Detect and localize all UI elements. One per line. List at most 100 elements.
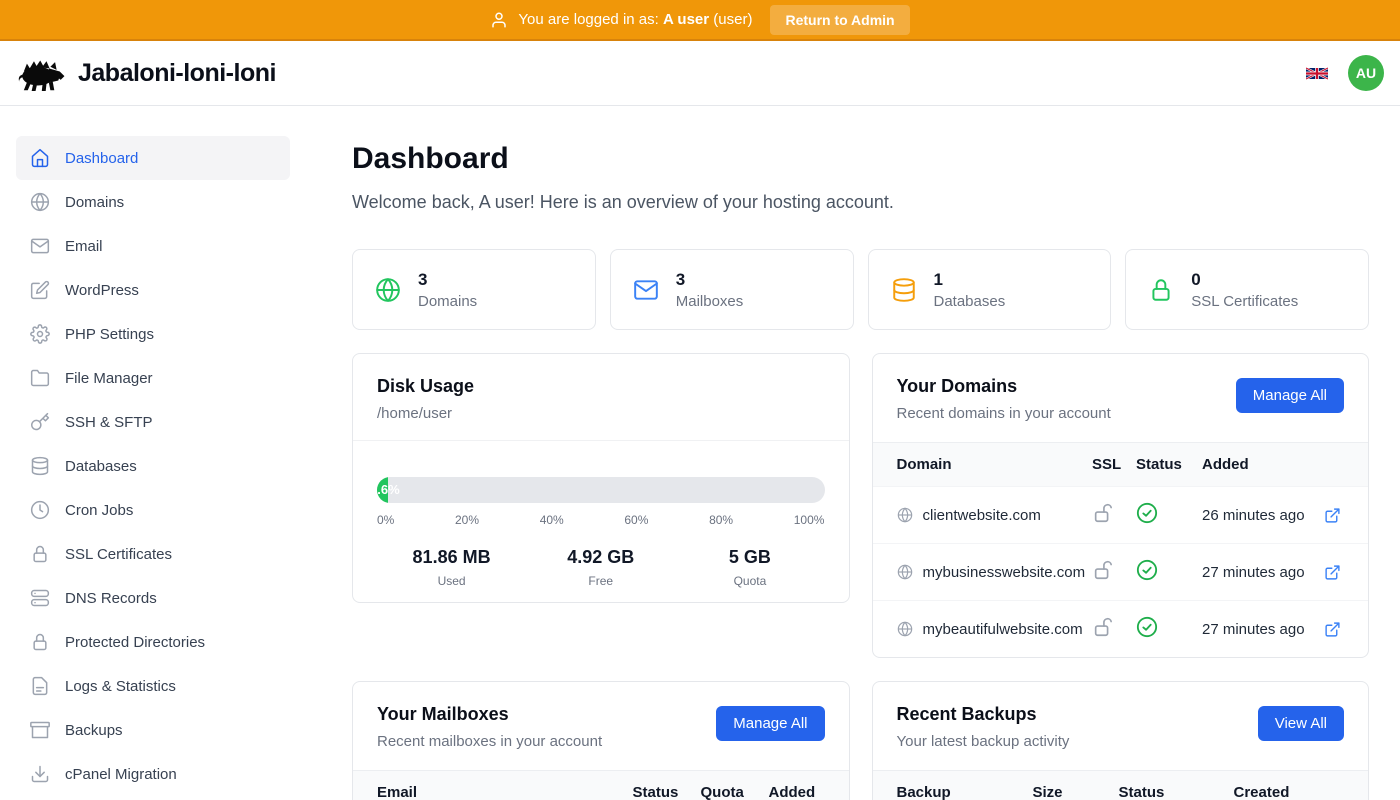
lock-icon	[30, 632, 50, 652]
lock-icon	[30, 544, 50, 564]
boar-icon	[16, 54, 66, 92]
globe-icon	[897, 621, 913, 637]
sidebar-item-php-settings[interactable]: PHP Settings	[16, 312, 290, 356]
sidebar-item-wordpress[interactable]: WordPress	[16, 268, 290, 312]
globe-icon	[30, 192, 50, 212]
sidebar-item-protected-directories[interactable]: Protected Directories	[16, 620, 290, 664]
your-mailboxes-card: Your Mailboxes Recent mailboxes in your …	[352, 681, 850, 800]
backups-subtitle: Your latest backup activity	[897, 733, 1070, 750]
backups-title: Recent Backups	[897, 704, 1070, 725]
disk-usage-scale: 0% 20% 40% 60% 80% 100%	[377, 513, 825, 527]
page-title: Dashboard	[352, 142, 1369, 176]
impersonation-banner: You are logged in as: A user (user) Retu…	[0, 0, 1400, 41]
unlock-icon	[1092, 502, 1114, 524]
disk-usage-percent: 1.6%	[377, 477, 400, 503]
globe-icon	[375, 277, 401, 303]
disk-usage-card: Disk Usage /home/user 1.6% 0% 20% 40% 60…	[352, 353, 850, 603]
unlock-icon	[1092, 616, 1114, 638]
stat-label: SSL Certificates	[1191, 293, 1298, 310]
banner-user-name: A user	[663, 11, 709, 28]
avatar[interactable]: AU	[1348, 55, 1384, 91]
sidebar-item-file-manager[interactable]: File Manager	[16, 356, 290, 400]
home-icon	[30, 148, 50, 168]
stat-card-domains: 3 Domains	[352, 249, 596, 330]
database-icon	[30, 456, 50, 476]
uk-flag-icon[interactable]	[1306, 66, 1328, 81]
sidebar-item-dashboard[interactable]: Dashboard	[16, 136, 290, 180]
stat-value: 3	[676, 270, 744, 290]
manage-all-domains-button[interactable]: Manage All	[1236, 378, 1344, 413]
brand: Jabaloni-loni-loni	[16, 54, 276, 92]
sidebar-item-databases[interactable]: Databases	[16, 444, 290, 488]
stat-label: Domains	[418, 293, 477, 310]
open-domain-icon[interactable]	[1324, 507, 1344, 524]
domains-table-header: Domain SSL Status Added	[873, 442, 1369, 486]
disk-usage-title: Disk Usage	[377, 376, 825, 397]
mailboxes-subtitle: Recent mailboxes in your account	[377, 733, 602, 750]
stat-value: 3	[418, 270, 477, 290]
sidebar-item-cpanel-migration[interactable]: cPanel Migration	[16, 752, 290, 796]
download-icon	[30, 764, 50, 784]
sidebar-item-cron-jobs[interactable]: Cron Jobs	[16, 488, 290, 532]
stat-label: Mailboxes	[676, 293, 744, 310]
check-circle-icon	[1136, 559, 1158, 581]
gear-icon	[30, 324, 50, 344]
open-domain-icon[interactable]	[1324, 621, 1344, 638]
key-icon	[30, 412, 50, 432]
open-domain-icon[interactable]	[1324, 564, 1344, 581]
mailboxes-title: Your Mailboxes	[377, 704, 602, 725]
domains-title: Your Domains	[897, 376, 1111, 397]
your-domains-card: Your Domains Recent domains in your acco…	[872, 353, 1370, 658]
banner-user-role: (user)	[713, 11, 752, 28]
disk-free: 4.92 GB Free	[526, 547, 675, 588]
server-icon	[30, 588, 50, 608]
domain-row: mybusinesswebsite.com 27 minutes ago	[873, 543, 1369, 600]
sidebar-item-ssh-sftp[interactable]: SSH & SFTP	[16, 400, 290, 444]
recent-backups-card: Recent Backups Your latest backup activi…	[872, 681, 1370, 800]
sidebar-item-domains[interactable]: Domains	[16, 180, 290, 224]
disk-usage-progressbar: 1.6%	[377, 477, 825, 503]
unlock-icon	[1092, 559, 1114, 581]
clock-icon	[30, 500, 50, 520]
app-header: Jabaloni-loni-loni AU	[0, 41, 1400, 106]
database-icon	[891, 277, 917, 303]
app-title: Jabaloni-loni-loni	[78, 59, 276, 88]
globe-icon	[897, 564, 913, 580]
check-circle-icon	[1136, 502, 1158, 524]
mail-icon	[30, 236, 50, 256]
mail-icon	[633, 277, 659, 303]
stat-value: 1	[934, 270, 1006, 290]
stats-row: 3 Domains 3 Mailboxes 1 Databases 0 SSL …	[352, 249, 1369, 330]
edit-icon	[30, 280, 50, 300]
domains-subtitle: Recent domains in your account	[897, 405, 1111, 422]
stat-card-databases: 1 Databases	[868, 249, 1112, 330]
check-circle-icon	[1136, 616, 1158, 638]
backups-table-header: Backup Size Status Created	[873, 770, 1369, 800]
user-icon	[490, 11, 508, 29]
lock-icon	[1148, 277, 1174, 303]
main-content: Dashboard Welcome back, A user! Here is …	[306, 106, 1400, 800]
archive-icon	[30, 720, 50, 740]
page-subtitle: Welcome back, A user! Here is an overvie…	[352, 192, 1369, 213]
banner-message: You are logged in as: A user (user)	[490, 11, 752, 29]
view-all-backups-button[interactable]: View All	[1258, 706, 1344, 741]
manage-all-mailboxes-button[interactable]: Manage All	[716, 706, 824, 741]
stat-card-mailboxes: 3 Mailboxes	[610, 249, 854, 330]
domain-row: mybeautifulwebsite.com 27 minutes ago	[873, 600, 1369, 657]
domain-row: clientwebsite.com 26 minutes ago	[873, 486, 1369, 543]
globe-icon	[897, 507, 913, 523]
stat-value: 0	[1191, 270, 1298, 290]
sidebar-item-logs-statistics[interactable]: Logs & Statistics	[16, 664, 290, 708]
mailboxes-table-header: Email Status Quota Added	[353, 770, 849, 800]
disk-usage-path: /home/user	[377, 405, 825, 422]
sidebar-item-ssl-certificates[interactable]: SSL Certificates	[16, 532, 290, 576]
sidebar-item-backups[interactable]: Backups	[16, 708, 290, 752]
return-to-admin-button[interactable]: Return to Admin	[770, 5, 909, 35]
stat-card-ssl-certificates: 0 SSL Certificates	[1125, 249, 1369, 330]
stat-label: Databases	[934, 293, 1006, 310]
sidebar: Dashboard Domains Email WordPress PHP Se…	[0, 106, 306, 800]
sidebar-item-dns-records[interactable]: DNS Records	[16, 576, 290, 620]
disk-quota: 5 GB Quota	[675, 547, 824, 588]
banner-prefix: You are logged in as:	[518, 11, 658, 28]
sidebar-item-email[interactable]: Email	[16, 224, 290, 268]
